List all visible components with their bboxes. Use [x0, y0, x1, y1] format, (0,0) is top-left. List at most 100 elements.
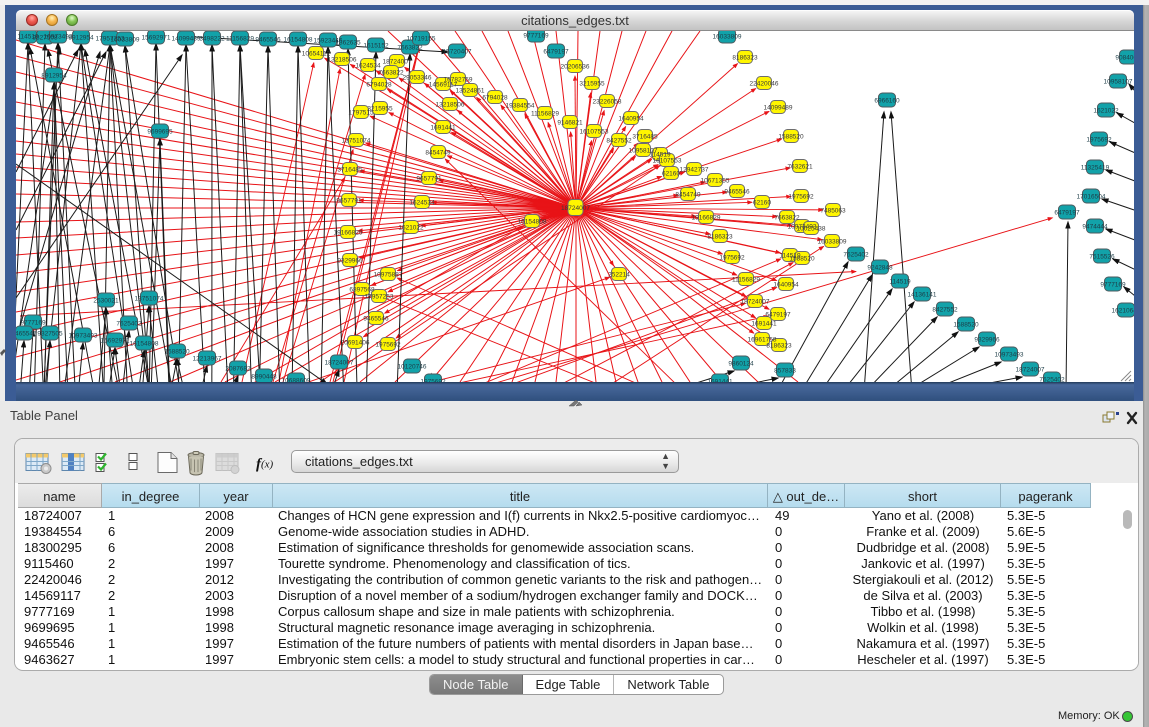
- svg-text:7625402: 7625402: [116, 321, 142, 328]
- svg-text:9860124: 9860124: [728, 361, 754, 368]
- svg-text:15692971: 15692971: [101, 338, 130, 345]
- svg-text:9329966: 9329966: [974, 337, 1000, 344]
- svg-text:1975692: 1975692: [788, 194, 814, 201]
- svg-text:14099489: 14099489: [764, 105, 793, 112]
- svg-text:6479197: 6479197: [543, 49, 569, 56]
- svg-text:62160: 62160: [662, 171, 680, 178]
- svg-text:19166829: 19166829: [692, 215, 721, 222]
- svg-text:6966160: 6966160: [874, 98, 900, 105]
- svg-text:12942737: 12942737: [680, 167, 709, 174]
- svg-text:18724007: 18724007: [741, 299, 770, 306]
- svg-text:13751074: 13751074: [342, 138, 371, 145]
- svg-text:11156829: 11156829: [531, 111, 559, 118]
- svg-text:8427552: 8427552: [932, 307, 958, 314]
- svg-text:7663822: 7663822: [397, 45, 423, 52]
- svg-text:1975692: 1975692: [375, 342, 401, 349]
- svg-text:7663822: 7663822: [774, 215, 800, 222]
- svg-text:9657791: 9657791: [416, 176, 442, 183]
- svg-text:14099489: 14099489: [172, 36, 201, 43]
- svg-text:1362635: 1362635: [335, 40, 361, 47]
- svg-text:13524861: 13524861: [456, 88, 485, 95]
- svg-text:8186323: 8186323: [707, 234, 733, 241]
- svg-text:16154808: 16154808: [518, 219, 547, 226]
- svg-text:1615152: 1615152: [363, 43, 389, 50]
- svg-text:9242848: 9242848: [867, 265, 893, 272]
- svg-text:8912954: 8912954: [41, 73, 67, 80]
- svg-text:9465546: 9465546: [16, 331, 37, 338]
- svg-text:13218506: 13218506: [436, 102, 465, 109]
- svg-text:3498222: 3498222: [199, 36, 225, 43]
- svg-text:7515526: 7515526: [1089, 254, 1115, 261]
- svg-text:10654112: 10654112: [302, 51, 331, 58]
- svg-text:1588520: 1588520: [778, 134, 804, 141]
- svg-text:2087682: 2087682: [225, 366, 251, 373]
- svg-text:10025438: 10025438: [797, 226, 826, 233]
- svg-text:3215955: 3215955: [579, 81, 605, 88]
- svg-text:11156829: 11156829: [732, 277, 760, 284]
- svg-text:16210643: 16210643: [1112, 308, 1134, 315]
- svg-text:3716485: 3716485: [632, 134, 658, 141]
- svg-text:1624534: 1624534: [409, 200, 435, 207]
- svg-text:6794028: 6794028: [482, 95, 508, 102]
- svg-text:857833: 857833: [774, 368, 796, 375]
- svg-text:10958107: 10958107: [1104, 79, 1133, 86]
- svg-text:1691441: 1691441: [430, 125, 456, 132]
- svg-text:1640954: 1640954: [773, 282, 799, 289]
- svg-text:1975692: 1975692: [1086, 137, 1112, 144]
- svg-text:7663822: 7663822: [378, 70, 404, 77]
- svg-text:114519: 114519: [889, 279, 911, 286]
- svg-text:16154808: 16154808: [284, 37, 313, 44]
- svg-text:13751074: 13751074: [135, 296, 164, 303]
- svg-text:10973493: 10973493: [995, 352, 1024, 359]
- svg-text:9657791: 9657791: [336, 198, 362, 205]
- svg-text:10120746: 10120746: [398, 364, 427, 371]
- svg-text:15692971: 15692971: [142, 35, 171, 42]
- svg-text:9465546: 9465546: [363, 316, 389, 323]
- svg-text:16033809: 16033809: [713, 34, 742, 41]
- svg-text:2530021: 2530021: [93, 298, 119, 305]
- svg-text:14136141: 14136141: [908, 292, 937, 299]
- svg-text:18724007: 18724007: [561, 205, 590, 212]
- svg-text:9084067: 9084067: [1115, 55, 1134, 62]
- svg-text:6479197: 6479197: [1054, 210, 1080, 217]
- svg-text:(x): (x): [261, 459, 274, 471]
- svg-text:19166829: 19166829: [334, 230, 363, 237]
- svg-text:10973493: 10973493: [69, 333, 98, 340]
- svg-text:1691441: 1691441: [751, 321, 777, 328]
- svg-text:15720407: 15720407: [443, 49, 472, 56]
- svg-text:20206536: 20206536: [561, 64, 590, 71]
- svg-text:8186323: 8186323: [766, 343, 792, 350]
- svg-text:10671355: 10671355: [701, 178, 730, 185]
- svg-text:8990448: 8990448: [251, 374, 277, 381]
- svg-text:9777169: 9777169: [1100, 282, 1126, 289]
- svg-text:8186323: 8186323: [732, 55, 758, 62]
- svg-text:8454749: 8454749: [675, 192, 701, 199]
- svg-text:1797515: 1797515: [348, 110, 374, 117]
- svg-text:20691406: 20691406: [341, 340, 370, 347]
- svg-text:13218506: 13218506: [328, 57, 357, 64]
- svg-text:18724007: 18724007: [1016, 367, 1045, 374]
- svg-text:17957253: 17957253: [365, 294, 394, 301]
- svg-text:1975692: 1975692: [719, 255, 745, 262]
- svg-text:16107553: 16107553: [580, 129, 609, 136]
- svg-text:7625402: 7625402: [843, 252, 869, 259]
- svg-text:10719155: 10719155: [407, 36, 436, 43]
- svg-text:1621022: 1621022: [1093, 108, 1119, 115]
- svg-text:62160: 62160: [753, 200, 771, 207]
- svg-text:7632621: 7632621: [787, 164, 813, 171]
- svg-text:11325419: 11325419: [1081, 165, 1110, 172]
- svg-text:12213967: 12213967: [193, 356, 222, 363]
- svg-text:1621022: 1621022: [398, 225, 424, 232]
- svg-text:16033809: 16033809: [818, 239, 847, 246]
- svg-text:9146821: 9146821: [557, 120, 583, 127]
- svg-text:7485063: 7485063: [820, 208, 846, 215]
- svg-text:16154808: 16154808: [130, 341, 159, 348]
- svg-text:18724007: 18724007: [325, 360, 354, 367]
- svg-text:11156829: 11156829: [226, 36, 254, 43]
- svg-text:6794028: 6794028: [366, 82, 392, 89]
- svg-text:29053346: 29053346: [403, 75, 432, 82]
- svg-text:9474444: 9474444: [1082, 224, 1108, 231]
- svg-text:10975887: 10975887: [374, 272, 403, 279]
- svg-text:3716485: 3716485: [337, 167, 363, 174]
- svg-text:6897568: 6897568: [349, 287, 375, 294]
